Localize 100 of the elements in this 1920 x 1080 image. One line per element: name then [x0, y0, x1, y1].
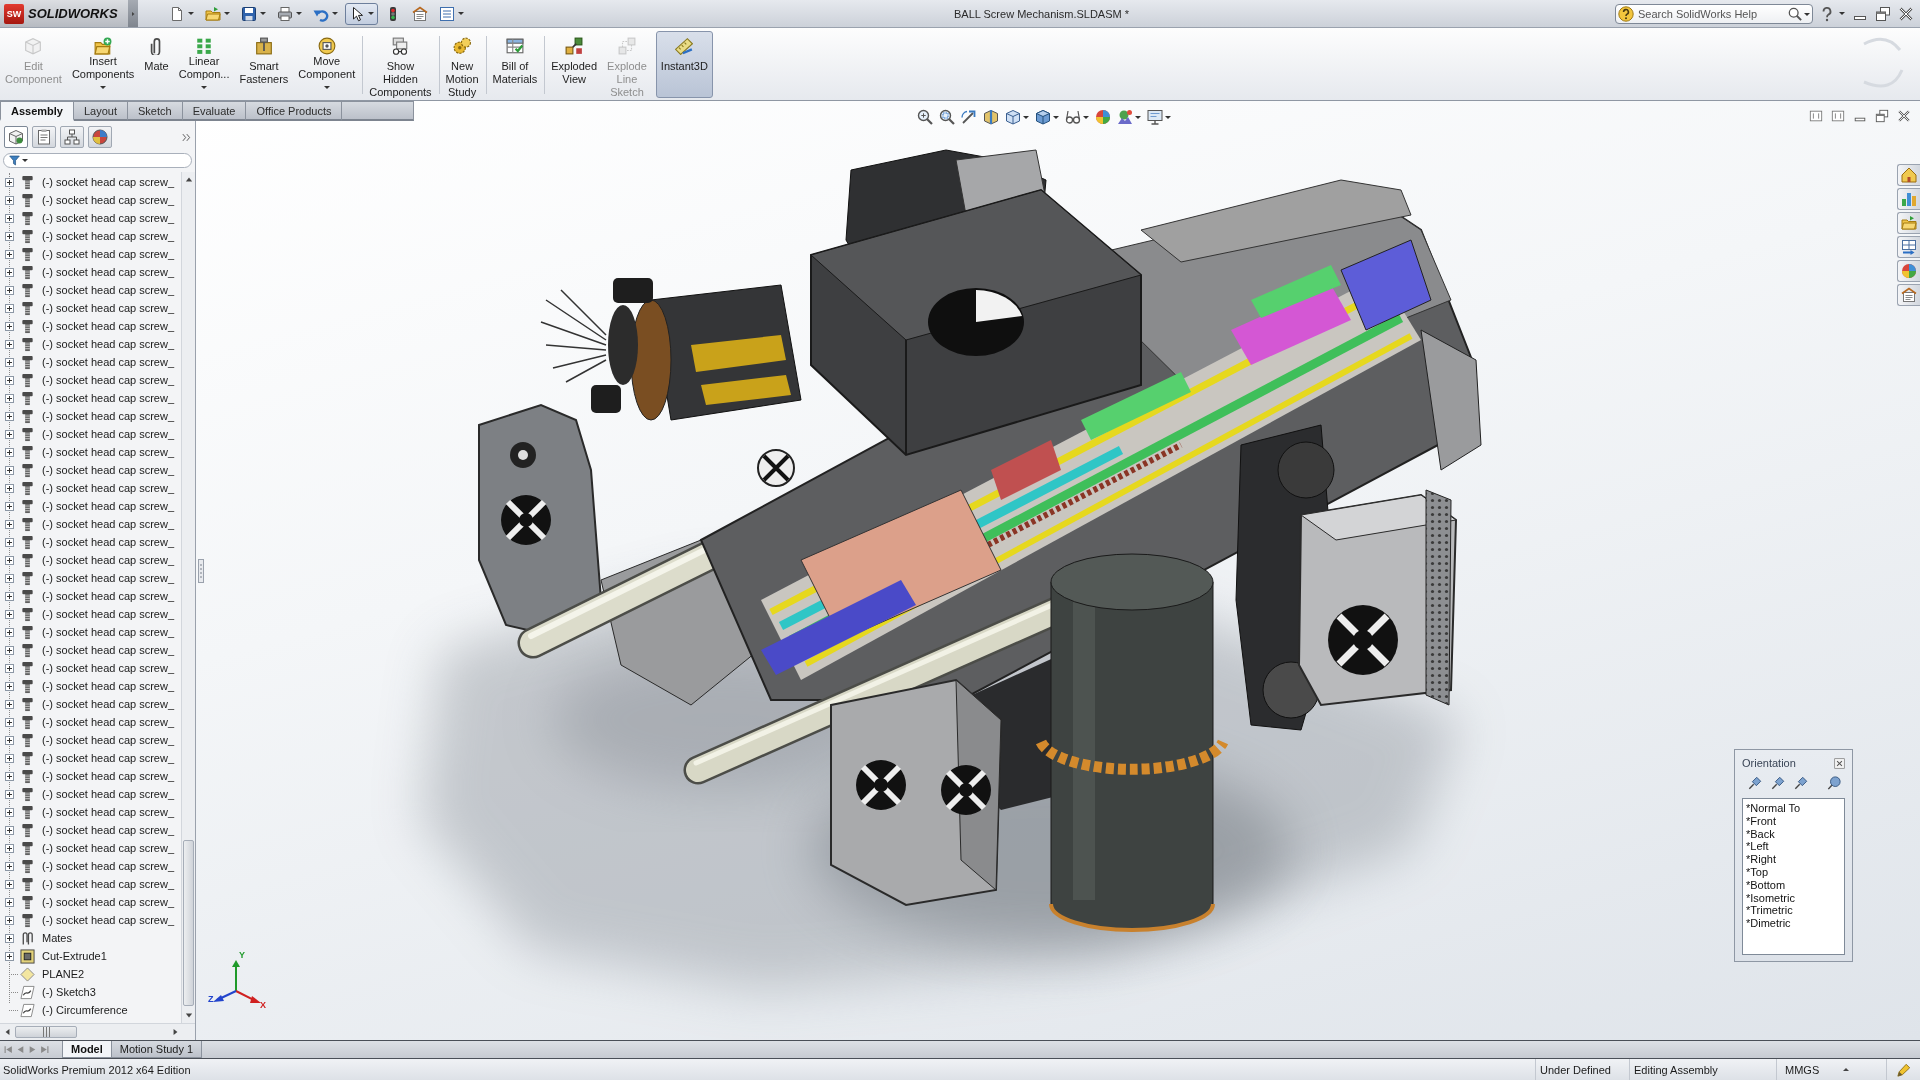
- tree-item[interactable]: (-) socket head cap screw_: [0, 227, 181, 245]
- expand-icon[interactable]: [5, 789, 14, 799]
- expand-icon[interactable]: [5, 195, 14, 205]
- tree-item[interactable]: (-) socket head cap screw_: [0, 371, 181, 389]
- tree-item[interactable]: (-) socket head cap screw_: [0, 641, 181, 659]
- right-arrow-icon[interactable]: [172, 1028, 179, 1036]
- tree-item[interactable]: (-) Circumference: [0, 1001, 181, 1019]
- tree-item[interactable]: (-) socket head cap screw_: [0, 839, 181, 857]
- double-chevron-icon[interactable]: [182, 132, 191, 142]
- task-pane-tab[interactable]: [1897, 260, 1920, 282]
- scrollbar-thumb[interactable]: [183, 840, 194, 1006]
- view-list-item[interactable]: *Bottom: [1746, 878, 1841, 892]
- tree-item[interactable]: (-) socket head cap screw_: [0, 749, 181, 767]
- expand-icon[interactable]: [5, 429, 14, 439]
- tree-item[interactable]: (-) socket head cap screw_: [0, 191, 181, 209]
- task-pane-tab[interactable]: [1897, 164, 1920, 186]
- expand-icon[interactable]: [5, 933, 14, 943]
- tree-item[interactable]: (-) socket head cap screw_: [0, 659, 181, 677]
- split-pane-icon[interactable]: [1809, 109, 1823, 123]
- tree-item[interactable]: (-) socket head cap screw_: [0, 497, 181, 515]
- tree-item[interactable]: (-) socket head cap screw_: [0, 587, 181, 605]
- close-icon[interactable]: [1898, 5, 1914, 22]
- tree-item[interactable]: (-) socket head cap screw_: [0, 245, 181, 263]
- tree-item[interactable]: (-) socket head cap screw_: [0, 803, 181, 821]
- view-list-item[interactable]: *Back: [1746, 827, 1841, 841]
- ribbon-tab[interactable]: Assembly: [0, 101, 74, 121]
- view-list-item[interactable]: *Isometric: [1746, 891, 1841, 905]
- zoom-to-fit-button[interactable]: [917, 109, 933, 125]
- expand-icon[interactable]: [5, 681, 14, 691]
- search-icon[interactable]: [1788, 6, 1802, 21]
- ribbon-tab[interactable]: Office Products: [246, 101, 343, 121]
- tree-item[interactable]: (-) socket head cap screw_: [0, 425, 181, 443]
- splitter-grip-icon[interactable]: [198, 559, 204, 583]
- expand-icon[interactable]: [5, 753, 14, 763]
- expand-icon[interactable]: [5, 951, 14, 961]
- vertical-scrollbar[interactable]: [181, 172, 195, 1023]
- expand-icon[interactable]: [5, 699, 14, 709]
- expand-icon[interactable]: [5, 375, 14, 385]
- tree-item[interactable]: (-) socket head cap screw_: [0, 875, 181, 893]
- expand-icon[interactable]: [5, 285, 14, 295]
- tree-item[interactable]: (-) socket head cap screw_: [0, 785, 181, 803]
- expand-icon[interactable]: [5, 537, 14, 547]
- tree-item[interactable]: (-) socket head cap screw_: [0, 281, 181, 299]
- restore-icon[interactable]: [1875, 5, 1891, 22]
- model-tab[interactable]: Model: [62, 1041, 112, 1058]
- tree-item[interactable]: (-) socket head cap screw_: [0, 533, 181, 551]
- restore-icon[interactable]: [1875, 109, 1889, 123]
- scrollbar-thumb[interactable]: [15, 1026, 77, 1038]
- tree-item[interactable]: (-) socket head cap screw_: [0, 209, 181, 227]
- task-pane-tab[interactable]: [1897, 284, 1920, 306]
- tree-item[interactable]: (-) socket head cap screw_: [0, 767, 181, 785]
- split-pane-icon[interactable]: [1831, 109, 1845, 123]
- expand-icon[interactable]: [5, 231, 14, 241]
- expand-icon[interactable]: [5, 393, 14, 403]
- task-pane-tab[interactable]: [1897, 188, 1920, 210]
- tree-item[interactable]: (-) socket head cap screw_: [0, 893, 181, 911]
- mate-button[interactable]: Mate: [139, 31, 174, 98]
- expand-icon[interactable]: [5, 861, 14, 871]
- expand-icon[interactable]: [5, 501, 14, 511]
- pencil-icon[interactable]: [1896, 1062, 1911, 1077]
- property-tab[interactable]: [32, 126, 56, 148]
- expand-icon[interactable]: [5, 177, 14, 187]
- instant3d-button[interactable]: Instant3D: [655, 31, 713, 98]
- tree-item[interactable]: (-) socket head cap screw_: [0, 335, 181, 353]
- tree-item[interactable]: (-) socket head cap screw_: [0, 389, 181, 407]
- apply-scene-button[interactable]: [1117, 109, 1141, 125]
- expand-icon[interactable]: [5, 627, 14, 637]
- expand-icon[interactable]: [5, 465, 14, 475]
- previous-view-button[interactable]: [961, 109, 977, 125]
- tree-item[interactable]: (-) socket head cap screw_: [0, 713, 181, 731]
- view-list-item[interactable]: *Top: [1746, 866, 1841, 879]
- expand-icon[interactable]: [5, 771, 14, 781]
- hide-show-button[interactable]: [1065, 109, 1089, 125]
- expand-icon[interactable]: [5, 735, 14, 745]
- view-list-item[interactable]: *Left: [1746, 840, 1841, 854]
- tree-item[interactable]: (-) socket head cap screw_: [0, 605, 181, 623]
- tree-item[interactable]: (-) socket head cap screw_: [0, 551, 181, 569]
- filter-field[interactable]: [3, 153, 192, 168]
- expand-icon[interactable]: [5, 339, 14, 349]
- expand-icon[interactable]: [5, 213, 14, 223]
- horizontal-scrollbar[interactable]: [0, 1023, 195, 1040]
- left-arrow-icon[interactable]: [4, 1028, 11, 1036]
- ribbon-tab[interactable]: Evaluate: [182, 101, 247, 121]
- tree-item[interactable]: (-) socket head cap screw_: [0, 695, 181, 713]
- linear-pattern-button[interactable]: Linear Compon...: [173, 31, 235, 98]
- unit-system-button[interactable]: MMGS: [1785, 1063, 1850, 1076]
- down-arrow-icon[interactable]: [184, 1012, 193, 1019]
- expand-icon[interactable]: [5, 519, 14, 529]
- view-list-item[interactable]: *Dimetric: [1746, 917, 1841, 930]
- tree-item[interactable]: (-) socket head cap screw_: [0, 443, 181, 461]
- tree-item[interactable]: (-) socket head cap screw_: [0, 821, 181, 839]
- tree-item[interactable]: (-) socket head cap screw_: [0, 569, 181, 587]
- ribbon-tab[interactable]: Layout: [74, 101, 128, 121]
- expand-icon[interactable]: [5, 357, 14, 367]
- feature-tree-tab[interactable]: [4, 126, 28, 148]
- tree-item[interactable]: Mates: [0, 929, 181, 947]
- expand-icon[interactable]: [5, 591, 14, 601]
- expand-icon[interactable]: [5, 879, 14, 889]
- expand-icon[interactable]: [5, 411, 14, 421]
- view-settings-button[interactable]: [1147, 109, 1171, 125]
